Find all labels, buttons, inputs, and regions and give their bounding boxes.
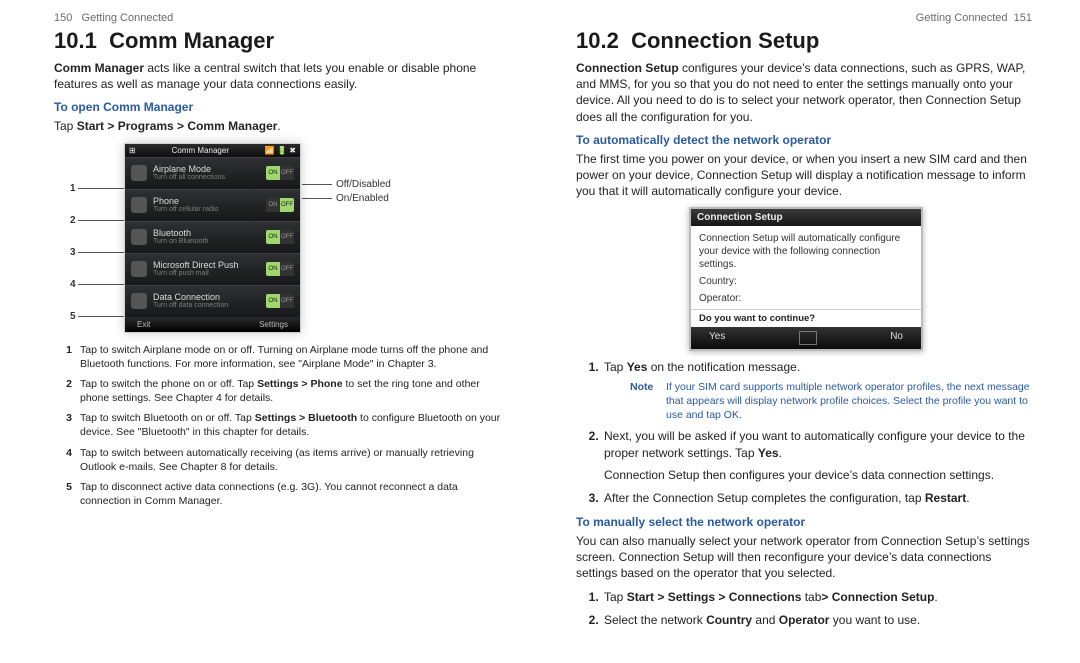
auto-detect-steps: Tap Yes on the notification message. Not… — [576, 359, 1032, 506]
statusbar-icons: 📶 🔋 ✖ — [265, 146, 296, 155]
row-icon — [131, 293, 147, 309]
keyboard-icon — [799, 331, 817, 345]
connection-setup-dialog-figure: Connection Setup Connection Setup will a… — [689, 207, 919, 351]
description-item: 5Tap to disconnect active data connectio… — [54, 480, 504, 508]
step-1: Tap Yes on the notification message. Not… — [602, 359, 1032, 422]
row-subtitle: Turn on Bluetooth — [153, 238, 266, 245]
intro-paragraph-left: Comm Manager acts like a central switch … — [54, 60, 504, 92]
right-page-number: 151 — [1014, 12, 1032, 24]
open-path-line: Tap Start > Programs > Comm Manager. — [54, 118, 504, 134]
dialog-question: Do you want to continue? — [691, 309, 921, 327]
label-off-disabled: Off/Disabled — [302, 179, 391, 190]
description-item: 1Tap to switch Airplane mode on or off. … — [54, 343, 504, 371]
dialog-yes-button[interactable]: Yes — [709, 331, 725, 345]
dialog-text: Connection Setup will automatically conf… — [699, 232, 913, 271]
row-title: Data Connection — [153, 292, 220, 302]
dialog-body: Connection Setup will automatically conf… — [691, 226, 921, 309]
row-title: Airplane Mode — [153, 164, 211, 174]
toggle-switch[interactable]: ONOFF — [266, 230, 294, 244]
figure-leader-2: 2 — [70, 215, 124, 226]
subhead-auto-detect: To automatically detect the network oper… — [576, 133, 1032, 147]
row-subtitle: Turn off push mail — [153, 270, 266, 277]
note-text: If your SIM card supports multiple netwo… — [666, 380, 1032, 423]
step-2: Next, you will be asked if you want to a… — [602, 428, 1032, 484]
subhead-manual-select: To manually select the network operator — [576, 515, 1032, 529]
comm-manager-row: Data ConnectionTurn off data connectionO… — [125, 285, 300, 317]
comm-manager-row: BluetoothTurn on BluetoothONOFF — [125, 221, 300, 253]
comm-manager-figure: 1 2 3 4 5 Off/Disabled On/Enabled ⊞ Comm… — [124, 143, 484, 333]
left-chapter-title: Getting Connected — [82, 12, 174, 24]
section-title-right: 10.2 Connection Setup — [576, 28, 1032, 54]
row-title: Microsoft Direct Push — [153, 260, 239, 270]
row-title: Phone — [153, 196, 179, 206]
figure-leader-3: 3 — [70, 247, 124, 258]
label-on-enabled: On/Enabled — [302, 193, 389, 204]
description-item: 4Tap to switch between automatically rec… — [54, 446, 504, 474]
row-title: Bluetooth — [153, 228, 191, 238]
manual-steps: Tap Start > Settings > Connections tab> … — [576, 589, 1032, 628]
start-icon: ⊞ — [129, 146, 136, 155]
comm-manager-row: PhoneTurn off cellular radioONOFF — [125, 189, 300, 221]
note-block: Note If your SIM card supports multiple … — [630, 380, 1032, 423]
softkey-exit: Exit — [137, 320, 150, 329]
right-page: Getting Connected 151 10.2 Connection Se… — [540, 0, 1080, 663]
phone-softkey-bar: Exit Settings — [125, 317, 300, 332]
left-running-head: 150 Getting Connected — [54, 12, 504, 24]
left-page-number: 150 — [54, 12, 72, 24]
toggle-switch[interactable]: ONOFF — [266, 166, 294, 180]
figure-leader-1: 1 — [70, 183, 124, 194]
dialog-operator-label: Operator: — [699, 292, 913, 305]
comm-manager-row: Microsoft Direct PushTurn off push mailO… — [125, 253, 300, 285]
row-icon — [131, 165, 147, 181]
step-2-after: Connection Setup then configures your de… — [604, 467, 1032, 484]
figure-leader-5: 5 — [70, 311, 124, 322]
section-title-left: 10.1 Comm Manager — [54, 28, 504, 54]
subhead-open-comm: To open Comm Manager — [54, 100, 504, 114]
phone-statusbar: ⊞ Comm Manager 📶 🔋 ✖ — [125, 144, 300, 157]
right-running-head: Getting Connected 151 — [576, 12, 1032, 24]
softkey-settings: Settings — [259, 320, 288, 329]
toggle-switch[interactable]: ONOFF — [266, 294, 294, 308]
right-chapter-title: Getting Connected — [916, 12, 1008, 24]
manual-step-1: Tap Start > Settings > Connections tab> … — [602, 589, 1032, 606]
figure-leader-4: 4 — [70, 279, 124, 290]
statusbar-title: Comm Manager — [172, 146, 229, 155]
comm-manager-row: Airplane ModeTurn off all connectionsONO… — [125, 157, 300, 189]
numbered-description-list: 1Tap to switch Airplane mode on or off. … — [54, 343, 504, 509]
manual-select-paragraph: You can also manually select your networ… — [576, 533, 1032, 582]
intro-paragraph-right: Connection Setup configures your device’… — [576, 60, 1032, 125]
step-3: After the Connection Setup completes the… — [602, 490, 1032, 507]
manual-step-2: Select the network Country and Operator … — [602, 612, 1032, 629]
dialog-country-label: Country: — [699, 275, 913, 288]
dialog-no-button[interactable]: No — [890, 331, 903, 345]
row-icon — [131, 229, 147, 245]
row-subtitle: Turn off data connection — [153, 302, 266, 309]
row-icon — [131, 197, 147, 213]
row-icon — [131, 261, 147, 277]
toggle-switch[interactable]: ONOFF — [266, 262, 294, 276]
row-subtitle: Turn off all connections — [153, 174, 266, 181]
description-item: 3Tap to switch Bluetooth on or off. Tap … — [54, 411, 504, 439]
dialog-button-bar: Yes No — [691, 327, 921, 349]
description-item: 2Tap to switch the phone on or off. Tap … — [54, 377, 504, 405]
dialog-title: Connection Setup — [691, 209, 921, 226]
toggle-switch[interactable]: ONOFF — [266, 198, 294, 212]
auto-detect-paragraph: The first time you power on your device,… — [576, 151, 1032, 200]
phone-screenshot: ⊞ Comm Manager 📶 🔋 ✖ Airplane ModeTurn o… — [124, 143, 301, 333]
left-page: 150 Getting Connected 10.1 Comm Manager … — [0, 0, 540, 663]
row-subtitle: Turn off cellular radio — [153, 206, 266, 213]
